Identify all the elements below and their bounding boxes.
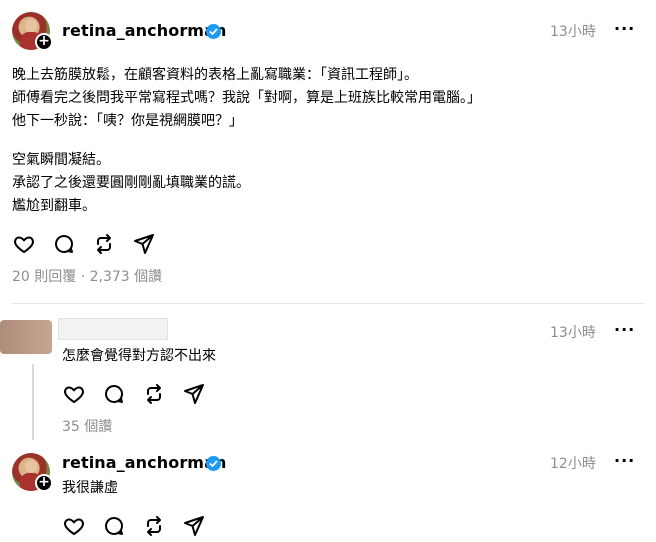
reply2-time[interactable]: 12小時 bbox=[550, 453, 596, 473]
heart-icon[interactable] bbox=[12, 232, 36, 256]
post-stats[interactable]: 20 則回覆 · 2,373 個讚 bbox=[12, 266, 162, 286]
post-text-line-4: 空氣瞬間凝結。 bbox=[12, 152, 110, 168]
verified-badge-icon bbox=[206, 456, 221, 471]
more-options-button[interactable]: ··· bbox=[614, 19, 635, 38]
reply1-more-button[interactable]: ··· bbox=[614, 320, 635, 339]
reply1-likes[interactable]: 35 個讚 bbox=[62, 416, 112, 436]
heart-icon[interactable] bbox=[62, 514, 86, 538]
post-text-line-3: 他下一秒說：「咦？你是視網膜吧？」 bbox=[12, 113, 243, 129]
reply2-more-button[interactable]: ··· bbox=[614, 451, 635, 470]
share-icon[interactable] bbox=[132, 232, 156, 256]
verified-badge-icon bbox=[206, 24, 221, 39]
post-text-line-2: 師傅看完之後問我平常寫程式嗎？我說「對啊，算是上班族比較常用電腦。」 bbox=[12, 90, 481, 106]
comment-icon[interactable] bbox=[52, 232, 76, 256]
repost-icon[interactable] bbox=[142, 514, 166, 538]
reply2-actions bbox=[62, 514, 212, 538]
reply2-text: 我很謙虛 bbox=[62, 480, 118, 496]
reply-avatar-blurred[interactable] bbox=[0, 320, 52, 354]
reply-username-blurred[interactable] bbox=[58, 318, 168, 340]
post-text-line-5: 承認了之後還要圓剛剛亂填職業的謊。 bbox=[12, 175, 250, 191]
heart-icon[interactable] bbox=[62, 382, 86, 406]
post-username[interactable]: retina_anchorman bbox=[62, 21, 226, 40]
post-text-line-1: 晚上去筋膜放鬆，在顧客資料的表格上亂寫職業：「資訊工程師」。 bbox=[12, 67, 418, 83]
post-actions bbox=[12, 232, 162, 256]
repost-icon[interactable] bbox=[142, 382, 166, 406]
post-time[interactable]: 13小時 bbox=[550, 21, 596, 41]
share-icon[interactable] bbox=[182, 382, 206, 406]
comment-icon[interactable] bbox=[102, 514, 126, 538]
follow-plus-icon[interactable]: + bbox=[35, 33, 53, 51]
divider bbox=[12, 303, 644, 304]
reply1-text: 怎麼會覺得對方認不出來 bbox=[62, 348, 216, 364]
reply2-username[interactable]: retina_anchorman bbox=[62, 453, 226, 472]
follow-plus-icon[interactable]: + bbox=[35, 474, 53, 492]
reply1-actions bbox=[62, 382, 212, 406]
share-icon[interactable] bbox=[182, 514, 206, 538]
reply1-time[interactable]: 13小時 bbox=[550, 322, 596, 342]
repost-icon[interactable] bbox=[92, 232, 116, 256]
thread-line bbox=[32, 364, 34, 440]
comment-icon[interactable] bbox=[102, 382, 126, 406]
post-text-line-6: 尷尬到翻車。 bbox=[12, 198, 96, 214]
